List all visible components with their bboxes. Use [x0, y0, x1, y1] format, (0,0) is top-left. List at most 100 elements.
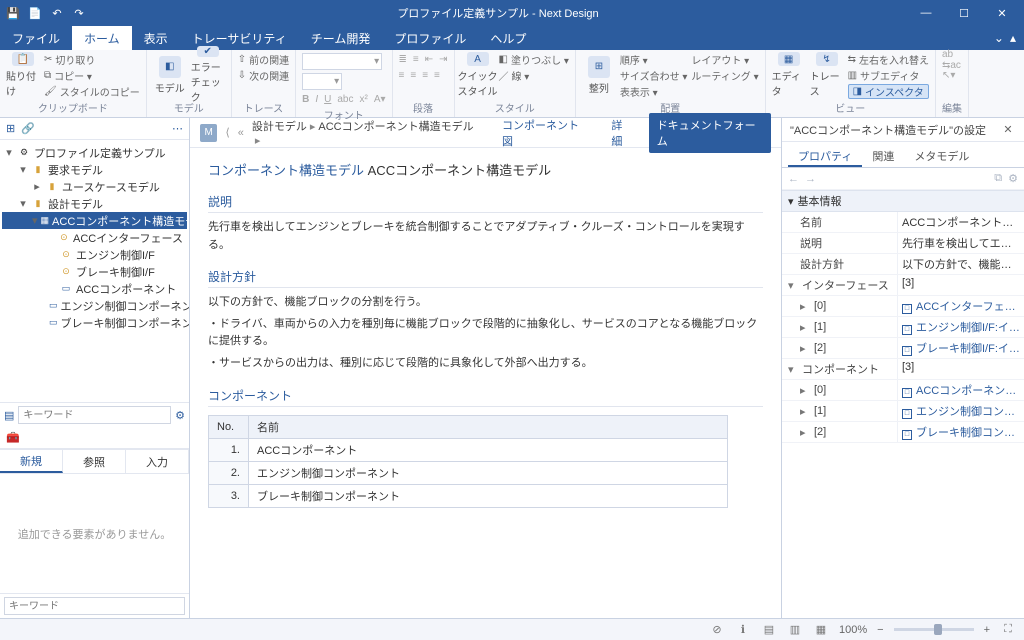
status-info-icon[interactable]: ℹ	[735, 623, 751, 636]
keyword-options-icon[interactable]: ⚙	[175, 409, 185, 422]
table-row[interactable]: 1.ACCコンポーネント	[209, 438, 728, 461]
ribbon-options-icon[interactable]: ▴	[1010, 31, 1016, 45]
prop-row-desc[interactable]: 説明先行車を検出してエンジンとブ…	[782, 233, 1024, 254]
tab-profile[interactable]: プロファイル	[382, 26, 478, 50]
undo-icon[interactable]: ↶	[48, 4, 66, 22]
fill-button[interactable]: ◧ 塗りつぶし ▾	[499, 52, 569, 67]
prop-row-c-1[interactable]: ▸[1]□エンジン制御コンポーネン…	[782, 401, 1024, 422]
insp-tab-property[interactable]: プロパティ	[788, 142, 862, 167]
nav-prev-icon[interactable]: ⟨	[225, 126, 229, 139]
prop-section-basic[interactable]: ▾基本情報	[782, 190, 1024, 212]
inspector-close-icon[interactable]: ✕	[1000, 123, 1016, 136]
font-size-dropdown[interactable]: ▾	[302, 73, 342, 90]
prop-row-if-0[interactable]: ▸[0]□ACCインターフェース:イン…	[782, 296, 1024, 317]
subeditor-button[interactable]: ▥ サブエディタ	[848, 68, 929, 83]
nav-first-icon[interactable]: «	[238, 127, 244, 139]
prop-row-name[interactable]: 名前ACCコンポーネント構造モデル	[782, 212, 1024, 233]
nav-back-icon[interactable]: ←	[788, 173, 799, 185]
tree-engine-comp[interactable]: ▭エンジン制御コンポーネント	[2, 297, 187, 314]
view-document-form[interactable]: ドキュメントフォーム	[649, 113, 771, 153]
table-row[interactable]: 3.ブレーキ制御コンポーネント	[209, 484, 728, 507]
quick-style-button[interactable]: Aクイック スタイル	[461, 52, 495, 98]
tab-home[interactable]: ホーム	[72, 26, 132, 50]
tree-link-icon[interactable]: 🔗	[21, 122, 35, 135]
insp-tab-metamodel[interactable]: メタモデル	[904, 142, 979, 167]
zoom-in-button[interactable]: +	[984, 624, 990, 636]
underline-button[interactable]: U	[324, 94, 331, 105]
find-button[interactable]: ab⇆ac	[942, 52, 961, 67]
bullets-button[interactable]: ≣	[399, 52, 407, 67]
insp-copy-icon[interactable]: ⧉	[994, 172, 1002, 185]
open-icon[interactable]: 📄	[26, 4, 44, 22]
align-center-button[interactable]: ≡	[410, 68, 416, 83]
strike-button[interactable]: abc	[337, 92, 353, 107]
model-button[interactable]: ◧モデル	[153, 52, 187, 98]
copy-style-button[interactable]: 🖌スタイルのコピー	[44, 84, 140, 99]
lefttab-ref[interactable]: 参照	[63, 450, 126, 473]
minimize-button[interactable]: —	[908, 0, 944, 26]
resize-button[interactable]: サイズ合わせ ▾	[620, 68, 688, 83]
zoom-fit-icon[interactable]: ⛶	[1000, 623, 1016, 636]
prop-row-c-2[interactable]: ▸[2]□ブレーキ制御コンポーネン…	[782, 422, 1024, 443]
keyword-input[interactable]	[18, 406, 171, 424]
tree-usecase-model[interactable]: ▸▮ユースケースモデル	[2, 178, 187, 195]
superscript-button[interactable]: x²	[359, 92, 367, 107]
routing-button[interactable]: ルーティング ▾	[691, 68, 758, 83]
tree-brake-comp[interactable]: ▭ブレーキ制御コンポーネント	[2, 314, 187, 331]
lefttab-input[interactable]: 入力	[126, 450, 189, 473]
tab-help[interactable]: ヘルプ	[478, 26, 538, 50]
model-tree[interactable]: ▾⚙プロファイル定義サンプル ▾▮要求モデル ▸▮ユースケースモデル ▾▮設計モ…	[0, 140, 189, 402]
prop-row-c-0[interactable]: ▸[0]□ACCコンポーネント:コン…	[782, 380, 1024, 401]
nav-fwd-icon[interactable]: →	[805, 173, 816, 185]
filter-icon[interactable]: ▤	[4, 409, 14, 422]
tree-mode-icon[interactable]: ⊞	[6, 122, 15, 135]
inspector-toggle[interactable]: ◨ インスペクタ	[848, 84, 929, 99]
tree-engine-if[interactable]: ⊙エンジン制御I/F	[2, 246, 187, 263]
table-row[interactable]: 2.エンジン制御コンポーネント	[209, 461, 728, 484]
copy-button[interactable]: ⧉コピー ▾	[44, 68, 140, 83]
tree-acc-struct[interactable]: ▾▦ACCコンポーネント構造モデル	[2, 212, 187, 229]
zoom-slider[interactable]	[894, 628, 974, 631]
cut-button[interactable]: ✂切り取り	[44, 52, 140, 67]
outdent-button[interactable]: ⇤	[425, 52, 433, 67]
swap-lr-button[interactable]: ⇆ 左右を入れ替え	[848, 52, 929, 67]
tree-root[interactable]: ▾⚙プロファイル定義サンプル	[2, 144, 187, 161]
toolbox-icon[interactable]: 🧰	[6, 431, 20, 444]
next-relation-button[interactable]: ⇩ 次の関連	[238, 68, 289, 83]
breadcrumb[interactable]: 設計モデル▸ACCコンポーネント構造モデル▸	[252, 118, 478, 147]
editor-button[interactable]: ▦エディタ	[772, 52, 806, 98]
prop-row-interface[interactable]: ▾インターフェース[3]	[782, 275, 1024, 296]
layout-button[interactable]: レイアウト ▾	[691, 52, 758, 67]
error-check-button[interactable]: ✔エラーチェック	[191, 52, 225, 98]
keyword-input-2[interactable]	[4, 597, 185, 615]
numbering-button[interactable]: ≡	[413, 52, 419, 67]
insp-tab-relation[interactable]: 関連	[862, 142, 904, 167]
align-big-button[interactable]: ⊞整列	[582, 52, 616, 98]
italic-button[interactable]: I	[315, 94, 318, 105]
save-icon[interactable]: 💾	[4, 4, 22, 22]
prop-row-if-2[interactable]: ▸[2]□ブレーキ制御I/F:インター…	[782, 338, 1024, 359]
view-detail[interactable]: 詳細	[603, 113, 640, 153]
table-view-button[interactable]: 表表示 ▾	[620, 84, 688, 99]
ribbon-collapse-icon[interactable]: ⌄	[994, 31, 1004, 45]
bold-button[interactable]: B	[302, 94, 309, 105]
tab-team[interactable]: チーム開発	[299, 26, 383, 50]
align-right-button[interactable]: ≡	[422, 68, 428, 83]
redo-icon[interactable]: ↷	[70, 4, 88, 22]
tree-acc-if[interactable]: ⊙ACCインターフェース	[2, 229, 187, 246]
indent-button[interactable]: ⇥	[439, 52, 447, 67]
select-button[interactable]: ↖▾	[942, 68, 961, 83]
prop-row-component[interactable]: ▾コンポーネント[3]	[782, 359, 1024, 380]
zoom-out-button[interactable]: −	[877, 624, 883, 636]
line-button[interactable]: ／ 線 ▾	[499, 68, 569, 83]
tree-req-model[interactable]: ▾▮要求モデル	[2, 161, 187, 178]
prev-relation-button[interactable]: ⇧ 前の関連	[238, 52, 289, 67]
tab-file[interactable]: ファイル	[0, 26, 72, 50]
trace-view-button[interactable]: ↯トレース	[810, 52, 844, 98]
prop-row-policy[interactable]: 設計方針以下の方針で、機能ブロックの…	[782, 254, 1024, 275]
maximize-button[interactable]: ☐	[946, 0, 982, 26]
close-button[interactable]: ✕	[984, 0, 1020, 26]
tree-acc-comp[interactable]: ▭ACCコンポーネント	[2, 280, 187, 297]
align-left-button[interactable]: ≡	[399, 68, 405, 83]
prop-row-if-1[interactable]: ▸[1]□エンジン制御I/F:インター…	[782, 317, 1024, 338]
